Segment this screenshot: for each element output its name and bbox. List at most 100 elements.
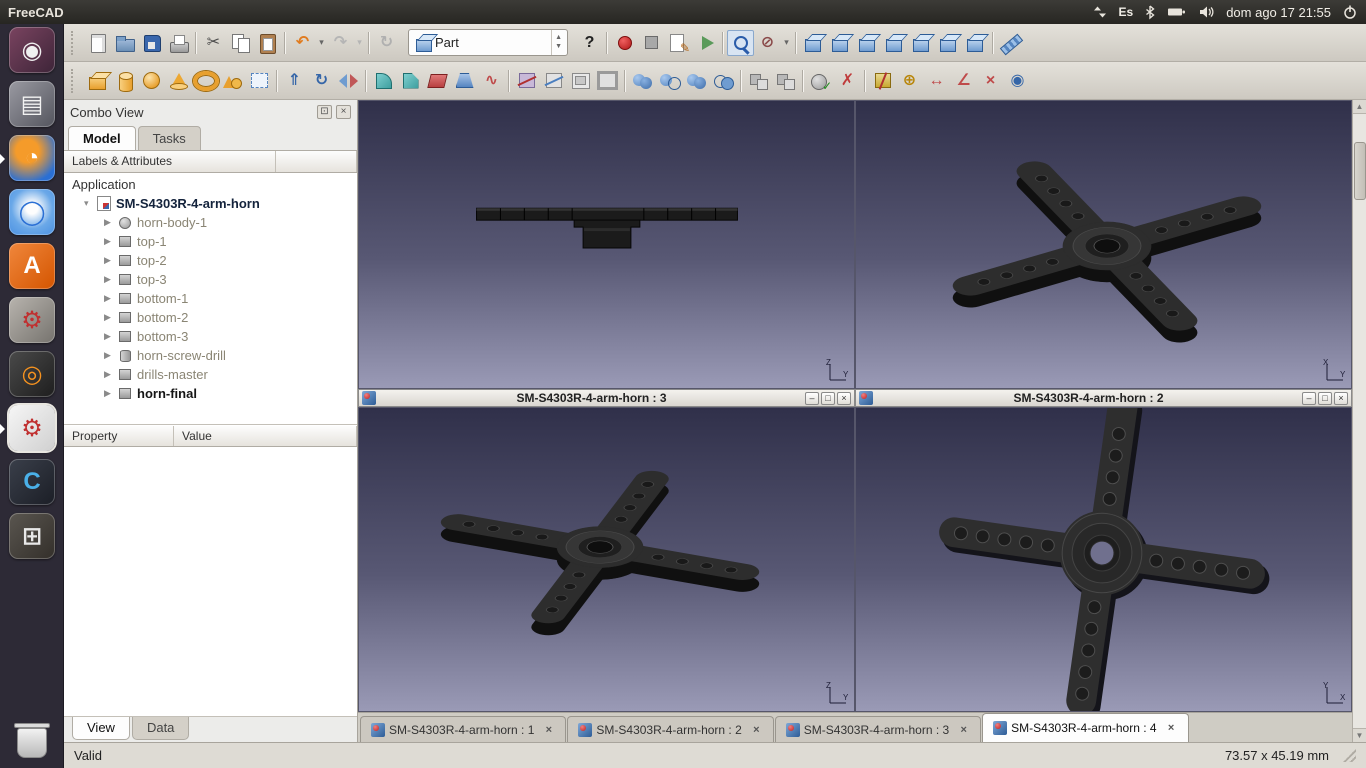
- part-sphere[interactable]: [138, 68, 165, 94]
- loft[interactable]: [451, 68, 478, 94]
- tab-model[interactable]: Model: [68, 126, 136, 150]
- expander-icon[interactable]: ▶: [104, 369, 117, 380]
- draw-style-menu-arrow[interactable]: ▾: [781, 30, 792, 56]
- workspace-switcher[interactable]: ⊞: [0, 510, 64, 564]
- revolve[interactable]: ↻: [308, 68, 335, 94]
- macro-stop[interactable]: [638, 30, 665, 56]
- tab-tasks[interactable]: Tasks: [138, 126, 201, 150]
- tree-item[interactable]: ▶ horn-final: [64, 384, 357, 403]
- part-torus[interactable]: [192, 68, 219, 94]
- property-table[interactable]: [64, 447, 357, 716]
- bluetooth-icon[interactable]: [1144, 4, 1156, 20]
- mdi-tab-1[interactable]: SM-S4303R-4-arm-horn : 1 ×: [360, 716, 566, 742]
- tree-item[interactable]: ▶ bottom-1: [64, 289, 357, 308]
- maximize-button[interactable]: □: [821, 392, 835, 405]
- freecad[interactable]: ⚙: [0, 402, 64, 456]
- clear-measurement[interactable]: ×: [977, 68, 1004, 94]
- tree-item[interactable]: ▶ bottom-3: [64, 327, 357, 346]
- tab-close-icon[interactable]: ×: [750, 724, 763, 736]
- vertical-scrollbar[interactable]: ▲ ▼: [1352, 100, 1366, 742]
- separator[interactable]: [192, 30, 200, 56]
- 3d-viewport-2[interactable]: Y X: [855, 407, 1352, 712]
- separator[interactable]: [799, 68, 807, 94]
- measure-linear[interactable]: ↔: [923, 68, 950, 94]
- new-document[interactable]: [84, 30, 111, 56]
- toolbar-handle[interactable]: [71, 31, 79, 55]
- view-front[interactable]: [827, 30, 854, 56]
- separator[interactable]: [792, 30, 800, 56]
- app-c[interactable]: C: [0, 456, 64, 510]
- volume-icon[interactable]: [1198, 4, 1215, 20]
- tree-item[interactable]: ▶ horn-body-1: [64, 213, 357, 232]
- files[interactable]: ▤: [0, 78, 64, 132]
- clock[interactable]: dom ago 17 21:55: [1226, 5, 1331, 20]
- refresh[interactable]: ↻: [373, 30, 400, 56]
- expander-icon[interactable]: ▶: [104, 388, 117, 399]
- measure-angular[interactable]: ∠: [950, 68, 977, 94]
- tree-item[interactable]: ▶ drills-master: [64, 365, 357, 384]
- tab-close-icon[interactable]: ×: [1165, 722, 1178, 734]
- expander-icon[interactable]: ▾: [84, 198, 97, 209]
- separator[interactable]: [621, 68, 629, 94]
- offset[interactable]: [567, 68, 594, 94]
- expander-icon[interactable]: ▶: [104, 255, 117, 266]
- macro-edit[interactable]: [665, 30, 692, 56]
- panel-float-button[interactable]: ⊡: [317, 105, 332, 119]
- mdi-tab-4[interactable]: SM-S4303R-4-arm-horn : 4 ×: [982, 713, 1188, 742]
- 3d-viewport-3[interactable]: Z Y: [358, 407, 855, 712]
- blender[interactable]: ◎: [0, 348, 64, 402]
- redo-menu-arrow[interactable]: ▾: [354, 30, 365, 56]
- expander-icon[interactable]: ▶: [104, 350, 117, 361]
- boolean-cut[interactable]: [656, 68, 683, 94]
- save-document[interactable]: [138, 30, 165, 56]
- 3d-viewport-4[interactable]: X Y: [855, 100, 1352, 389]
- minimize-button[interactable]: –: [805, 392, 819, 405]
- close-button[interactable]: ×: [1334, 392, 1348, 405]
- close-button[interactable]: ×: [837, 392, 851, 405]
- tree-column-header[interactable]: Labels & Attributes: [64, 151, 357, 173]
- copy[interactable]: [227, 30, 254, 56]
- expander-icon[interactable]: ▶: [104, 312, 117, 323]
- property-table-header[interactable]: Property Value: [64, 425, 357, 447]
- maximize-button[interactable]: □: [1318, 392, 1332, 405]
- slice-apart[interactable]: [869, 68, 896, 94]
- session-power-icon[interactable]: [1342, 4, 1358, 20]
- undo[interactable]: ↶: [289, 30, 316, 56]
- open-document[interactable]: [111, 30, 138, 56]
- expander-icon[interactable]: ▶: [104, 293, 117, 304]
- view-left[interactable]: [962, 30, 989, 56]
- boolean-xor[interactable]: ⊕: [896, 68, 923, 94]
- section[interactable]: [513, 68, 540, 94]
- boolean[interactable]: [629, 68, 656, 94]
- tab-data[interactable]: Data: [132, 717, 189, 740]
- scroll-down-arrow[interactable]: ▼: [1353, 728, 1366, 742]
- tree-item[interactable]: ▶ horn-screw-drill: [64, 346, 357, 365]
- zoom-box[interactable]: [727, 30, 754, 56]
- resize-grip[interactable]: [1343, 749, 1356, 762]
- separator[interactable]: [273, 68, 281, 94]
- scrollbar-thumb[interactable]: [1354, 142, 1366, 200]
- keyboard-layout-indicator[interactable]: Es: [1119, 5, 1134, 19]
- separator[interactable]: [505, 68, 513, 94]
- check-geometry[interactable]: ✓: [807, 68, 834, 94]
- part-cone[interactable]: [165, 68, 192, 94]
- part-box[interactable]: [84, 68, 111, 94]
- system-settings[interactable]: ⚙: [0, 294, 64, 348]
- toggle-measurement[interactable]: ◉: [1004, 68, 1031, 94]
- view-top[interactable]: [854, 30, 881, 56]
- separator[interactable]: [737, 68, 745, 94]
- measure-distance[interactable]: [997, 30, 1024, 56]
- separator[interactable]: [989, 30, 997, 56]
- tree-item[interactable]: ▶ top-2: [64, 251, 357, 270]
- print[interactable]: [165, 30, 192, 56]
- redo[interactable]: ↷: [327, 30, 354, 56]
- workbench-selector[interactable]: Part ▲▼: [408, 29, 568, 56]
- panel-close-button[interactable]: ×: [336, 105, 351, 119]
- ruled-surface[interactable]: [424, 68, 451, 94]
- separator[interactable]: [362, 68, 370, 94]
- separator[interactable]: [603, 30, 611, 56]
- boolean-intersection[interactable]: [710, 68, 737, 94]
- undo-menu-arrow[interactable]: ▾: [316, 30, 327, 56]
- expander-icon[interactable]: ▶: [104, 331, 117, 342]
- separator[interactable]: [861, 68, 869, 94]
